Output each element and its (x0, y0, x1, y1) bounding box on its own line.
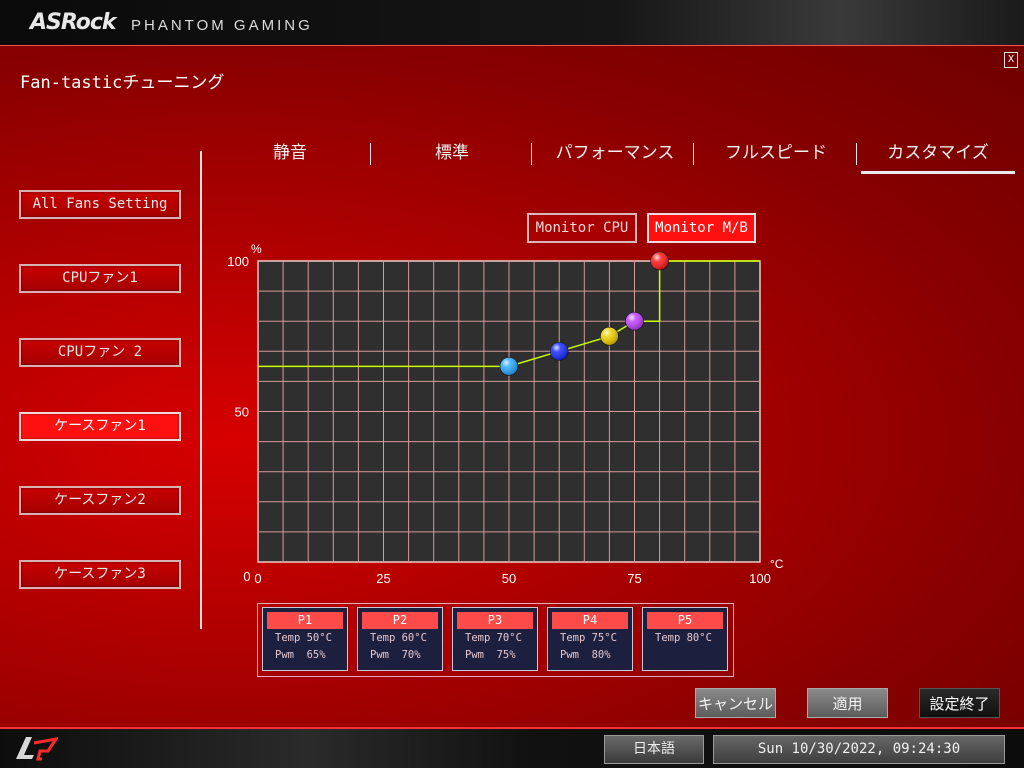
point-pwm: Pwm 80% (560, 649, 611, 661)
tab-separator (531, 143, 532, 165)
point-temp: Temp 80°C (655, 632, 712, 644)
point-temp: Temp 70°C (465, 632, 522, 644)
point-info-p4: P4 Temp 75°C Pwm 80% (547, 607, 633, 671)
curve-point-highlight (625, 312, 644, 331)
brand-subtitle: PHANTOM GAMING (131, 17, 313, 34)
tab-customize[interactable]: カスタマイズ (861, 140, 1015, 170)
point-label: P5 (647, 612, 723, 629)
tab-separator (693, 143, 694, 165)
tab-standard[interactable]: 標準 (390, 140, 514, 170)
point-temp: Temp 75°C (560, 632, 617, 644)
point-pwm: Pwm 70% (370, 649, 421, 661)
point-pwm: Pwm 75% (465, 649, 516, 661)
tab-full-speed[interactable]: フルスピード (706, 140, 846, 170)
close-button[interactable]: X (1004, 52, 1018, 68)
curve-point-p5[interactable] (650, 251, 669, 271)
point-pwm: Pwm 65% (275, 649, 326, 661)
point-label: P3 (457, 612, 533, 629)
tab-performance[interactable]: パフォーマンス (545, 140, 685, 170)
point-label: P4 (552, 612, 628, 629)
brand-logo: ASRock (30, 10, 117, 35)
tab-separator (856, 143, 857, 165)
curve-point-highlight (600, 327, 619, 346)
point-info-p3: P3 Temp 70°C Pwm 75% (452, 607, 538, 671)
sidebar-item-case-fan2[interactable]: ケースファン2 (19, 486, 181, 515)
apply-button[interactable]: 適用 (807, 688, 888, 718)
finish-settings-button[interactable]: 設定終了 (919, 688, 1000, 718)
point-label: P2 (362, 612, 438, 629)
point-info-p5: P5 Temp 80°C (642, 607, 728, 671)
point-label: P1 (267, 612, 343, 629)
curve-point-p1[interactable] (499, 357, 519, 376)
sidebar-item-cpu-fan1[interactable]: CPUファン1 (19, 264, 181, 293)
language-button[interactable]: 日本語 (604, 735, 704, 764)
sidebar-item-case-fan1[interactable]: ケースファン1 (19, 412, 181, 441)
point-info-p2: P2 Temp 60°C Pwm 70% (357, 607, 443, 671)
curve-point-p4[interactable] (625, 311, 644, 331)
tab-silent[interactable]: 静音 (228, 140, 352, 170)
curve-point-p2[interactable] (549, 341, 569, 361)
monitor-cpu-button[interactable]: Monitor CPU (527, 213, 637, 243)
sidebar-item-case-fan3[interactable]: ケースファン3 (19, 560, 181, 589)
top-bar: ASRock PHANTOM GAMING (0, 0, 1024, 46)
sidebar-item-all-fans[interactable]: All Fans Setting (19, 190, 181, 219)
monitor-mb-button[interactable]: Monitor M/B (647, 213, 756, 243)
sidebar-item-cpu-fan2[interactable]: CPUファン 2 (19, 338, 181, 367)
point-info-p1: P1 Temp 50°C Pwm 65% (262, 607, 348, 671)
phantom-gaming-logo-icon (16, 737, 58, 761)
cancel-button[interactable]: キャンセル (695, 688, 776, 718)
point-temp: Temp 60°C (370, 632, 427, 644)
active-tab-indicator (861, 171, 1015, 174)
datetime-display: Sun 10/30/2022, 09:24:30 (713, 735, 1005, 764)
curve-point-p3[interactable] (600, 326, 619, 346)
tab-separator (370, 143, 371, 165)
page-title: Fan-tasticチューニング (20, 73, 225, 93)
curve-point-highlight (650, 252, 669, 270)
point-temp: Temp 50°C (275, 632, 332, 644)
curve-point-highlight (550, 342, 569, 361)
curve-point-highlight (500, 357, 518, 376)
sidebar-divider (200, 151, 202, 629)
